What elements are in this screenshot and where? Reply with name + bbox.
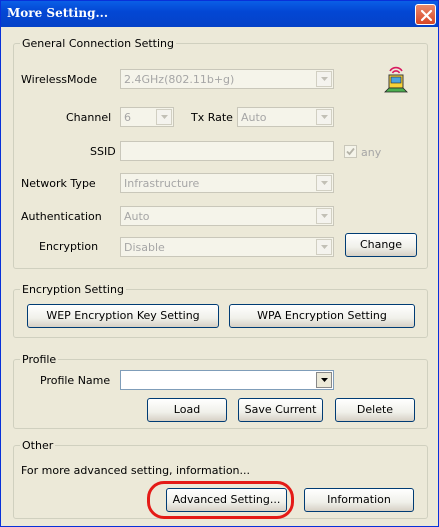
tx-rate-select[interactable]: Auto: [237, 107, 334, 127]
more-setting-dialog: More Setting... General Connection Setti…: [0, 0, 439, 527]
dropdown-arrow-icon: [316, 71, 332, 87]
ssid-input[interactable]: [120, 141, 334, 161]
wep-encryption-key-button[interactable]: WEP Encryption Key Setting: [27, 304, 219, 328]
general-connection-legend: General Connection Setting: [22, 37, 174, 50]
wpa-encryption-setting-button[interactable]: WPA Encryption Setting: [229, 304, 415, 328]
title-bar[interactable]: More Setting...: [1, 1, 438, 27]
network-type-value: Infrastructure: [124, 177, 200, 190]
save-current-button[interactable]: Save Current: [238, 398, 323, 422]
wireless-mode-select[interactable]: 2.4GHz(802.11b+g): [120, 69, 334, 89]
network-type-label: Network Type: [21, 177, 96, 190]
channel-label: Channel: [66, 111, 112, 124]
channel-select[interactable]: 6: [120, 107, 174, 127]
information-button[interactable]: Information: [304, 488, 414, 512]
dropdown-arrow-icon: [316, 208, 332, 224]
dropdown-arrow-icon: [316, 239, 332, 255]
dropdown-arrow-icon: [156, 109, 172, 125]
encryption-setting-legend: Encryption Setting: [22, 283, 124, 296]
other-description: For more advanced setting, information..…: [21, 464, 251, 477]
dropdown-arrow-icon: [316, 175, 332, 191]
encryption-label: Encryption: [39, 240, 99, 253]
window-title: More Setting...: [7, 6, 109, 20]
any-label: any: [361, 146, 382, 159]
wireless-mode-value: 2.4GHz(802.11b+g): [124, 73, 235, 86]
any-checkbox[interactable]: [344, 145, 357, 158]
channel-value: 6: [124, 111, 131, 124]
tx-rate-label: Tx Rate: [191, 111, 233, 124]
profile-name-select[interactable]: [120, 370, 334, 390]
authentication-label: Authentication: [21, 210, 102, 223]
other-legend: Other: [22, 439, 54, 452]
dropdown-arrow-icon: [316, 372, 332, 388]
load-button[interactable]: Load: [147, 398, 227, 422]
dropdown-arrow-icon: [316, 109, 332, 125]
encryption-select[interactable]: Disable: [120, 237, 334, 257]
tx-rate-value: Auto: [241, 111, 267, 124]
profile-legend: Profile: [22, 353, 57, 366]
highlight-annotation: [147, 481, 294, 519]
authentication-select[interactable]: Auto: [120, 206, 334, 226]
close-icon: [420, 9, 433, 22]
checkmark-icon: [346, 147, 355, 156]
delete-button[interactable]: Delete: [335, 398, 415, 422]
wireless-mode-label: WirelessMode: [21, 73, 97, 86]
profile-name-label: Profile Name: [40, 374, 111, 387]
close-button[interactable]: [415, 4, 436, 25]
encryption-value: Disable: [124, 241, 165, 254]
network-type-select[interactable]: Infrastructure: [120, 173, 334, 193]
ssid-label: SSID: [90, 145, 116, 158]
change-button[interactable]: Change: [345, 233, 417, 257]
wireless-adapter-icon: [384, 66, 408, 93]
authentication-value: Auto: [124, 210, 150, 223]
